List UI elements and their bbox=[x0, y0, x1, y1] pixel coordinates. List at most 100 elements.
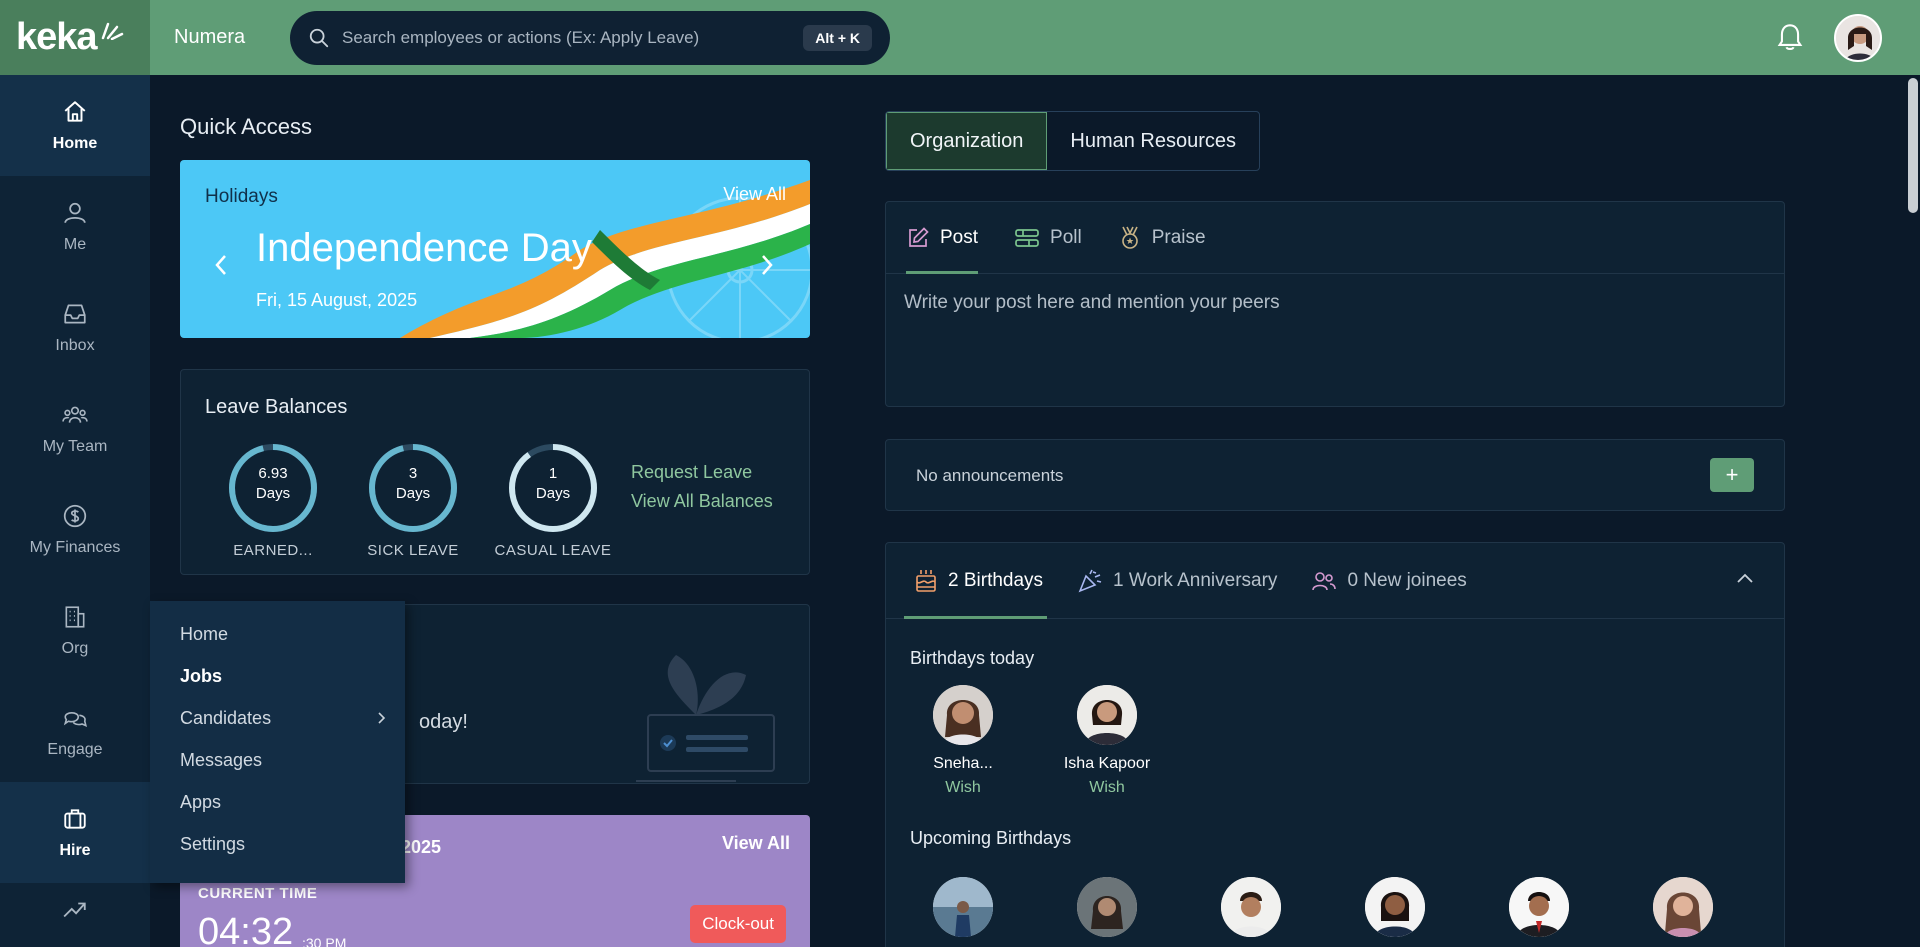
leave-balance-value: 6.93 Days bbox=[255, 465, 291, 502]
sidebar-item-engage[interactable]: Engage bbox=[0, 681, 150, 782]
request-leave-link[interactable]: Request Leave bbox=[631, 458, 773, 487]
avatar[interactable] bbox=[933, 685, 993, 745]
avatar[interactable] bbox=[1077, 877, 1137, 937]
search-bar[interactable]: Alt + K bbox=[290, 10, 890, 65]
sidebar-item-hire[interactable]: Hire bbox=[0, 782, 150, 883]
avatar[interactable] bbox=[933, 877, 993, 937]
avatar-image bbox=[1509, 877, 1569, 937]
sidebar-item-me[interactable]: Me bbox=[0, 176, 150, 277]
user-avatar-image bbox=[1836, 15, 1880, 60]
add-announcement-button[interactable]: + bbox=[1710, 458, 1754, 492]
attendance-view-all-link[interactable]: View All bbox=[722, 833, 790, 854]
hire-menu-candidates[interactable]: Candidates bbox=[150, 697, 405, 739]
sidebar-item-label: My Team bbox=[42, 437, 108, 455]
hire-menu-label: Settings bbox=[180, 833, 246, 854]
logo-rays-icon bbox=[101, 22, 124, 40]
chevron-right-icon bbox=[762, 255, 773, 275]
org-name[interactable]: Numera bbox=[174, 26, 290, 49]
avatar-image bbox=[1077, 877, 1137, 937]
hire-menu-jobs[interactable]: Jobs bbox=[150, 655, 405, 697]
party-popper-icon bbox=[1078, 569, 1102, 592]
avatar[interactable] bbox=[1077, 685, 1137, 745]
tab-praise[interactable]: Praise bbox=[1118, 202, 1206, 273]
tab-birthdays[interactable]: 2 Birthdays bbox=[903, 543, 1048, 619]
tab-label: 0 New joinees bbox=[1347, 569, 1467, 591]
cake-icon bbox=[916, 569, 936, 592]
briefcase-icon bbox=[64, 808, 86, 829]
hire-menu-settings[interactable]: Settings bbox=[150, 823, 405, 865]
page-scrollbar[interactable] bbox=[1908, 78, 1918, 213]
announcements-card: No announcements + bbox=[885, 439, 1785, 511]
hire-menu-apps[interactable]: Apps bbox=[150, 781, 405, 823]
wish-button[interactable]: Wish bbox=[1052, 779, 1162, 797]
sidebar-item-my-team[interactable]: My Team bbox=[0, 378, 150, 479]
view-all-balances-link[interactable]: View All Balances bbox=[631, 487, 773, 516]
tab-organization[interactable]: Organization bbox=[886, 112, 1048, 170]
hire-flyout-menu: Home Jobs Candidates Messages Apps Setti… bbox=[150, 601, 405, 883]
post-textarea[interactable] bbox=[904, 292, 1764, 382]
upcoming-birthday-person bbox=[1484, 877, 1594, 937]
sidebar-item-inbox[interactable]: Inbox bbox=[0, 277, 150, 378]
holiday-prev-button[interactable] bbox=[214, 252, 228, 284]
holiday-date: Fri, 15 August, 2025 bbox=[256, 290, 418, 310]
tab-new-joinees[interactable]: 0 New joinees bbox=[1311, 543, 1467, 618]
holiday-next-button[interactable] bbox=[760, 252, 774, 284]
collapse-button[interactable] bbox=[1736, 571, 1754, 589]
hire-menu-label: Jobs bbox=[180, 665, 223, 686]
tab-post[interactable]: Post bbox=[906, 202, 979, 274]
holiday-name: Independence Day bbox=[256, 226, 592, 270]
upcoming-birthday-person bbox=[1628, 877, 1738, 937]
sidebar-item-my-finances[interactable]: My Finances bbox=[0, 479, 150, 580]
avatar-image bbox=[1653, 877, 1713, 937]
holidays-label: Holidays bbox=[205, 186, 278, 207]
status-message: oday! bbox=[419, 711, 468, 733]
sidebar-item-label: Inbox bbox=[55, 336, 95, 354]
team-icon bbox=[62, 406, 88, 423]
chevron-right-icon bbox=[378, 712, 386, 724]
holiday-card: Holidays View All Independence Day Fri, … bbox=[180, 160, 810, 338]
hire-menu-messages[interactable]: Messages bbox=[150, 739, 405, 781]
upcoming-birthday-person bbox=[908, 877, 1018, 937]
wish-button[interactable]: Wish bbox=[908, 779, 1018, 797]
search-input[interactable] bbox=[342, 27, 792, 48]
tab-label: Poll bbox=[1050, 226, 1082, 248]
birthdays-today-title: Birthdays today bbox=[910, 648, 1035, 668]
leave-balances-title: Leave Balances bbox=[205, 396, 348, 418]
announcements-empty-text: No announcements bbox=[916, 466, 1064, 485]
current-time-seconds: :30 PM bbox=[302, 935, 347, 947]
hire-menu-home[interactable]: Home bbox=[150, 613, 405, 655]
clock-out-button[interactable]: Clock-out bbox=[690, 905, 786, 943]
user-avatar[interactable] bbox=[1834, 13, 1882, 62]
leave-balance-earned[interactable]: 6.93 Days EARNED... bbox=[213, 442, 333, 559]
bell-icon[interactable] bbox=[1776, 23, 1804, 53]
avatar[interactable] bbox=[1653, 877, 1713, 937]
sidebar-item-org[interactable]: Org bbox=[0, 580, 150, 681]
person-name: Isha Kapoor bbox=[1063, 755, 1151, 772]
dollar-icon bbox=[63, 504, 87, 527]
sidebar: Home Me Inbox My Team My Finances Org En… bbox=[0, 75, 150, 947]
sidebar-item-performance[interactable] bbox=[0, 883, 150, 943]
avatar[interactable] bbox=[1221, 877, 1281, 937]
chat-icon bbox=[63, 711, 88, 727]
users-icon bbox=[1312, 571, 1337, 590]
sidebar-item-label: Engage bbox=[47, 740, 103, 758]
current-time-label: CURRENT TIME bbox=[198, 885, 318, 902]
tab-work-anniversary[interactable]: 1 Work Anniversary bbox=[1077, 543, 1277, 618]
birthday-person: Sneha... Wish bbox=[908, 685, 1018, 797]
avatar[interactable] bbox=[1509, 877, 1569, 937]
avatar[interactable] bbox=[1365, 877, 1425, 937]
hire-menu-label: Messages bbox=[180, 749, 263, 770]
tab-label: 1 Work Anniversary bbox=[1113, 569, 1278, 591]
birthday-person: Isha Kapoor Wish bbox=[1052, 685, 1162, 797]
leave-balance-sick[interactable]: 3 Days SICK LEAVE bbox=[353, 442, 473, 559]
holidays-view-all-link[interactable]: View All bbox=[723, 184, 786, 205]
tab-poll[interactable]: Poll bbox=[1014, 202, 1082, 273]
tab-human-resources[interactable]: Human Resources bbox=[1047, 112, 1259, 170]
sidebar-item-home[interactable]: Home bbox=[0, 75, 150, 176]
trend-icon bbox=[63, 902, 86, 918]
upcoming-birthday-person bbox=[1196, 877, 1306, 937]
inbox-icon bbox=[64, 303, 86, 324]
avatar-image bbox=[933, 877, 993, 937]
keka-logo[interactable]: keka bbox=[0, 0, 150, 75]
leave-balance-casual[interactable]: 1 Days CASUAL LEAVE bbox=[493, 442, 613, 559]
